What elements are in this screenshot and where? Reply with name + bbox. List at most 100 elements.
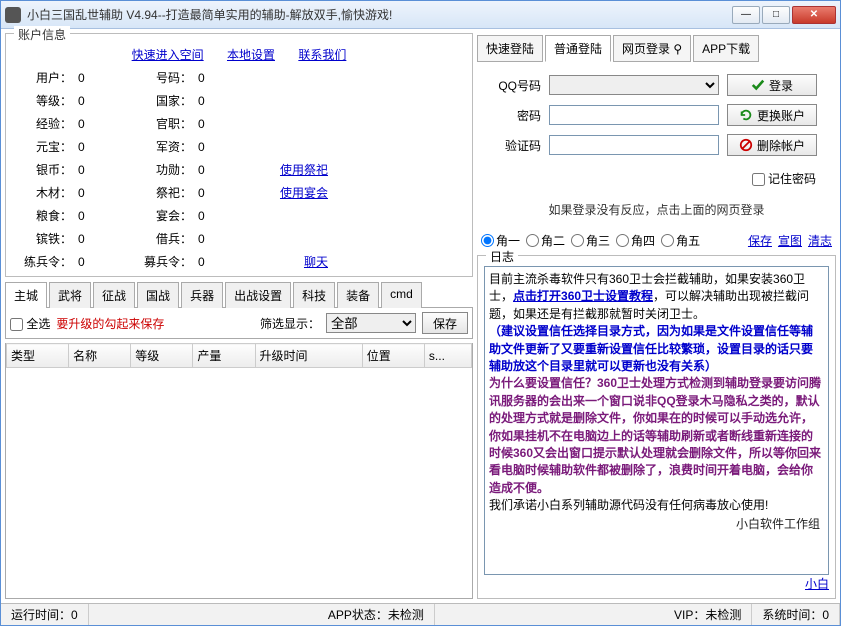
stat-value: 0 <box>78 186 138 200</box>
stat-value: 0 <box>198 71 258 85</box>
col-header[interactable]: 升级时间 <box>255 344 362 368</box>
tutorial-link[interactable]: 点击打开360卫士设置教程 <box>513 289 653 303</box>
login-tab[interactable]: APP下载 <box>693 35 759 62</box>
lower-tabstrip: 主城武将征战国战兵器出战设置科技装备cmd <box>5 281 473 308</box>
stat-label: 木材： <box>18 184 78 201</box>
app-icon <box>5 7 21 23</box>
login-form: QQ号码 登录 密码 更换账户 验证码 删除帐户 <box>477 68 836 162</box>
window-title: 小白三国乱世辅助 V4.94--打造最简单实用的辅助-解放双手,愉快游戏! <box>27 6 732 23</box>
stat-value: 0 <box>198 209 258 223</box>
col-header[interactable]: 等级 <box>131 344 193 368</box>
tab-征战[interactable]: 征战 <box>93 282 135 308</box>
stat-label: 国家： <box>138 92 198 109</box>
captcha-label: 验证码 <box>481 137 541 154</box>
stat-value: 0 <box>78 163 138 177</box>
stat-value: 0 <box>78 140 138 154</box>
stat-label: 官职： <box>138 115 198 132</box>
status-systime: 系统时间：0 <box>752 604 840 625</box>
stat-value: 0 <box>78 71 138 85</box>
role-slot[interactable]: 角五 <box>661 232 700 249</box>
stat-label: 借兵： <box>138 230 198 247</box>
role-slot[interactable]: 角三 <box>571 232 610 249</box>
tab-科技[interactable]: 科技 <box>293 282 335 308</box>
account-side-link[interactable]: 聊天 <box>304 255 328 269</box>
account-side-link[interactable]: 使用宴会 <box>280 186 328 200</box>
login-notice: 如果登录没有反应，点击上面的网页登录 <box>477 193 836 226</box>
tab-出战设置[interactable]: 出战设置 <box>225 282 291 308</box>
stat-label: 经验： <box>18 115 78 132</box>
stat-label: 功勋： <box>138 161 198 178</box>
tab-国战[interactable]: 国战 <box>137 282 179 308</box>
col-header[interactable]: 类型 <box>7 344 69 368</box>
password-input[interactable] <box>549 105 719 125</box>
account-legend: 账户信息 <box>14 26 70 43</box>
login-tab[interactable]: 网页登录 ⚲ <box>613 35 691 62</box>
forbidden-icon <box>739 138 753 152</box>
slot-link[interactable]: 宣图 <box>778 234 802 248</box>
contact-link[interactable]: 联系我们 <box>298 48 346 62</box>
account-side-link[interactable]: 使用祭祀 <box>280 163 328 177</box>
qq-input[interactable] <box>549 75 719 95</box>
tab-兵器[interactable]: 兵器 <box>181 282 223 308</box>
switch-account-button[interactable]: 更换账户 <box>727 104 817 126</box>
stat-value: 0 <box>198 117 258 131</box>
log-box: 日志 目前主流杀毒软件只有360卫士会拦截辅助，如果安装360卫士，点击打开36… <box>477 255 836 599</box>
role-slot[interactable]: 角四 <box>616 232 655 249</box>
titlebar: 小白三国乱世辅助 V4.94--打造最简单实用的辅助-解放双手,愉快游戏! — … <box>1 1 840 29</box>
stat-label: 募兵令： <box>138 253 198 270</box>
slot-link[interactable]: 清志 <box>808 234 832 248</box>
login-tab[interactable]: 普通登陆 <box>545 35 611 62</box>
status-vip: VIP：未检测 <box>664 604 752 625</box>
check-icon <box>751 78 765 92</box>
stat-value: 0 <box>198 232 258 246</box>
login-tab[interactable]: 快速登陆 <box>477 35 543 62</box>
tab-主城[interactable]: 主城 <box>5 282 47 308</box>
tab-武将[interactable]: 武将 <box>49 282 91 308</box>
remember-checkbox[interactable]: 记住密码 <box>752 172 816 186</box>
log-legend: 日志 <box>486 248 518 265</box>
col-header[interactable]: 名称 <box>69 344 131 368</box>
save-button[interactable]: 保存 <box>422 312 468 334</box>
col-header[interactable]: s... <box>424 344 471 368</box>
col-header[interactable]: 产量 <box>193 344 255 368</box>
stat-label: 元宝： <box>18 138 78 155</box>
stat-label: 银币： <box>18 161 78 178</box>
stat-value: 0 <box>198 186 258 200</box>
upgrade-tip: 要升级的勾起来保存 <box>56 315 164 332</box>
captcha-input[interactable] <box>549 135 719 155</box>
stat-label: 粮食： <box>18 207 78 224</box>
delete-account-button[interactable]: 删除帐户 <box>727 134 817 156</box>
log-text[interactable]: 目前主流杀毒软件只有360卫士会拦截辅助，如果安装360卫士，点击打开360卫士… <box>484 266 829 575</box>
stat-value: 0 <box>198 255 258 269</box>
stat-label: 镔铁： <box>18 230 78 247</box>
stat-value: 0 <box>78 117 138 131</box>
stat-label: 军资： <box>138 138 198 155</box>
stat-value: 0 <box>198 94 258 108</box>
stat-label: 用户： <box>18 69 78 86</box>
select-all-checkbox[interactable]: 全选 <box>10 315 50 332</box>
col-header[interactable]: 位置 <box>362 344 424 368</box>
role-slots: 角一角二角三角四角五 保存宣图清志 <box>477 230 836 251</box>
tab-装备[interactable]: 装备 <box>337 282 379 308</box>
login-button[interactable]: 登录 <box>727 74 817 96</box>
stat-label: 练兵令： <box>18 253 78 270</box>
filter-select[interactable]: 全部 <box>326 313 416 333</box>
xiaobai-link[interactable]: 小白 <box>805 577 829 591</box>
filter-bar: 全选 要升级的勾起来保存 筛选显示： 全部 保存 <box>5 308 473 339</box>
stat-label: 等级： <box>18 92 78 109</box>
stat-label: 号码： <box>138 69 198 86</box>
qq-label: QQ号码 <box>481 77 541 94</box>
role-slot[interactable]: 角一 <box>481 232 520 249</box>
tab-cmd[interactable]: cmd <box>381 282 422 308</box>
quick-enter-link[interactable]: 快速进入空间 <box>132 48 204 62</box>
close-button[interactable]: ✕ <box>792 6 836 24</box>
item-table[interactable]: 类型名称等级产量升级时间位置s... <box>5 343 473 599</box>
stat-value: 0 <box>78 94 138 108</box>
local-settings-link[interactable]: 本地设置 <box>227 48 275 62</box>
slot-link[interactable]: 保存 <box>748 234 772 248</box>
role-slot[interactable]: 角二 <box>526 232 565 249</box>
stat-label: 宴会： <box>138 207 198 224</box>
minimize-button[interactable]: — <box>732 6 760 24</box>
maximize-button[interactable]: □ <box>762 6 790 24</box>
login-tabstrip: 快速登陆普通登陆网页登录 ⚲APP下载 <box>477 33 836 64</box>
